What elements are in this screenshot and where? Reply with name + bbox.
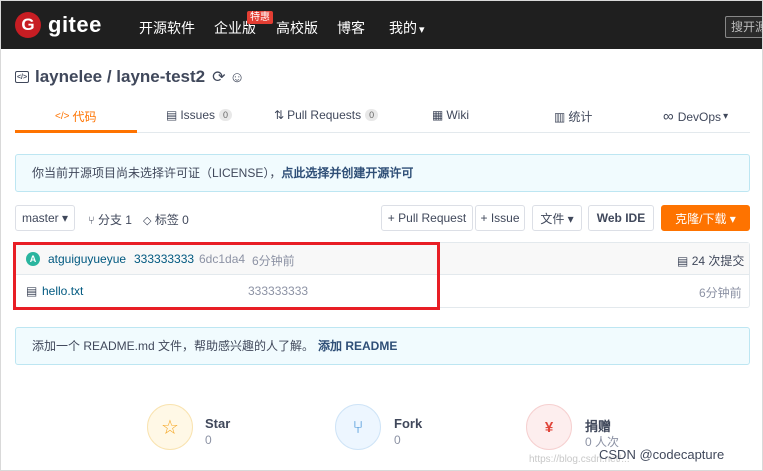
license-notice-text: 你当前开源项目尚未选择许可证（LICENSE）， [32,166,282,180]
license-notice: 你当前开源项目尚未选择许可证（LICENSE），点此选择并创建开源许可 [15,154,750,192]
active-tab-underline [15,130,137,133]
chevron-down-icon: ▾ [723,111,729,122]
tab-code[interactable]: </> 代码 [55,108,96,125]
branch-icon: ⑂ [88,215,95,227]
code-icon: </> [55,111,70,122]
infinity-icon: ∞ [663,108,674,125]
commit-total-label: 24 次提交 [691,254,745,268]
repo-header: </> laynelee / layne-test2 ⟳ ☺ [15,67,245,87]
highlight-box [13,242,440,310]
file-commit-time: 6分钟前 [699,286,742,300]
pull-request-icon: ⇅ [274,108,285,122]
readme-notice: 添加一个 README.md 文件，帮助感兴趣的人了解。 添加 README [15,327,750,365]
nav-mine[interactable]: 我的 ▾ [389,18,425,38]
tag-icon: ◇ [143,215,152,227]
tags-link[interactable]: ◇ 标签 0 [143,211,189,228]
wiki-icon: ▦ [432,108,444,122]
fork-label[interactable]: Fork [394,416,422,431]
add-readme-link[interactable]: 添加 README [318,339,397,353]
page-frame: G gitee 开源软件 企业版 特惠 高校版 博客 我的▾ 搜开源 </> l… [0,0,763,471]
repo-title[interactable]: laynelee / layne-test2 [35,67,205,87]
tab-wiki[interactable]: ▦ Wiki [432,108,469,122]
new-pull-request-button[interactable]: + Pull Request [381,205,473,231]
web-ide-button[interactable]: Web IDE [588,205,654,231]
tab-stats[interactable]: ▥ 统计 [554,108,592,125]
search-input[interactable]: 搜开源 [725,16,762,38]
tab-devops[interactable]: ∞ DevOps ▾ [663,108,728,125]
donate-icon[interactable]: ¥ [526,404,572,450]
enterprise-promo-badge: 特惠 [247,11,273,24]
repo-tabs: </> 代码 ▤ Issues 0 ⇅ Pull Requests 0 ▦ Wi… [15,101,750,133]
clone-download-button[interactable]: 克隆/下载 ▾ [661,205,750,231]
bar-chart-icon: ▥ [554,109,566,124]
gitee-logo[interactable]: G gitee [15,12,102,38]
code-repo-icon: </> [15,71,29,83]
commit-total-link[interactable]: ▤ 24 次提交 [677,252,744,269]
star-count: 0 [205,433,212,447]
tab-issues-label: Issues [180,108,216,122]
document-icon: ▤ [677,254,689,268]
tab-devops-label: DevOps [677,109,722,124]
tab-issues[interactable]: ▤ Issues 0 [166,108,233,122]
gitee-logo-text: gitee [48,12,102,37]
top-nav: G gitee 开源软件 企业版 特惠 高校版 博客 我的▾ 搜开源 [1,1,762,49]
issues-count-badge: 0 [219,109,233,121]
award-icon[interactable]: ☺ [230,69,245,86]
chevron-down-icon: ▾ [419,24,425,36]
gitee-logo-icon: G [15,12,41,38]
new-issue-button[interactable]: + Issue [475,205,525,231]
tab-pull-requests[interactable]: ⇅ Pull Requests 0 [274,108,379,122]
file-menu-button[interactable]: 文件 ▾ [532,205,582,231]
nav-open-source[interactable]: 开源软件 [139,18,195,38]
star-label[interactable]: Star [205,416,230,431]
csdn-watermark: CSDN @codecapture [599,447,725,462]
sync-icon[interactable]: ⟳ [212,67,225,87]
tab-code-label: 代码 [72,110,97,124]
branches-link[interactable]: ⑂ 分支 1 [88,211,132,228]
readme-notice-text: 添加一个 README.md 文件，帮助感兴趣的人了解。 [32,339,315,353]
create-license-link[interactable]: 点此选择并创建开源许可 [281,166,413,180]
fork-count: 0 [394,433,401,447]
nav-education[interactable]: 高校版 [276,18,318,38]
tab-wiki-label: Wiki [446,108,470,122]
tags-label: 标签 0 [154,213,189,227]
star-icon[interactable]: ☆ [147,404,193,450]
branch-select[interactable]: master ▾ [15,205,75,231]
fork-icon[interactable]: ⑂ [335,404,381,450]
nav-mine-label: 我的 [389,20,417,36]
pull-requests-count-badge: 0 [365,109,379,121]
nav-blog[interactable]: 博客 [337,18,365,38]
tab-stats-label: 统计 [568,110,593,124]
branches-label: 分支 1 [97,213,132,227]
tab-pull-requests-label: Pull Requests [287,108,362,122]
issues-icon: ▤ [166,108,178,122]
